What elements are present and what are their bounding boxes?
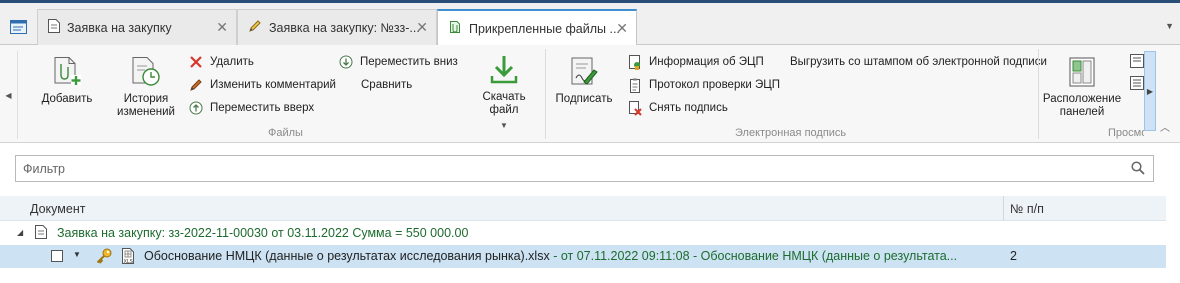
panel-layout-label: Расположение панелей	[1042, 93, 1122, 118]
delete-icon	[188, 54, 204, 70]
grid-header: Документ № п/п	[0, 196, 1166, 221]
remove-signature-label: Снять подпись	[649, 102, 728, 114]
download-label: Скачать файл	[482, 91, 526, 116]
row-number: 2	[1010, 249, 1017, 263]
protocol-icon	[627, 77, 643, 93]
close-icon[interactable]: ✕	[216, 20, 228, 34]
signature-info-label: Информация об ЭЦП	[649, 56, 764, 68]
tab-label: Заявка на закупку	[67, 20, 172, 35]
filter-field[interactable]	[15, 155, 1154, 182]
remove-signature-icon	[627, 100, 643, 116]
group-title: Заявка на закупку: зз-2022-11-00030 от 0…	[57, 226, 469, 240]
verification-protocol-button[interactable]: Протокол проверки ЭЦП	[627, 77, 780, 93]
row-date: - от 07.11.2022 09:11:08	[549, 249, 690, 263]
group-divider	[1038, 49, 1039, 139]
list-view-icon	[1129, 75, 1145, 91]
chevron-down-icon[interactable]: ▼	[500, 119, 508, 132]
compare-button[interactable]: Сравнить	[361, 77, 412, 93]
sign-label: Подписать	[555, 93, 613, 105]
search-icon[interactable]	[1131, 161, 1145, 178]
group-row[interactable]: ◢ Заявка на закупку: зз-2022-11-00030 от…	[0, 222, 1166, 244]
ribbon-scroll-left[interactable]: ◀	[0, 51, 18, 139]
close-icon[interactable]: ✕	[416, 20, 428, 34]
group-label-files: Файлы	[268, 127, 303, 139]
panel-layout-button[interactable]: Расположение панелей	[1043, 55, 1121, 119]
close-icon[interactable]: ✕	[616, 21, 628, 35]
tab-purchase-request-edit[interactable]: Заявка на закупку: №зз-... ✕	[237, 9, 437, 45]
chevron-down-icon[interactable]: ▼	[1165, 21, 1174, 31]
download-button[interactable]: Скачать файл ▼	[468, 53, 540, 132]
add-button-label: Добавить	[41, 93, 93, 105]
export-with-stamp-label: Выгрузить со штампом об электронной подп…	[790, 56, 1047, 68]
column-divider[interactable]	[1003, 196, 1004, 221]
tab-bar: Заявка на закупку ✕ Заявка на закупку: №…	[0, 3, 1180, 46]
table-row[interactable]: ▼ XLS Обоснование НМЦК (данные о результ…	[0, 245, 1166, 268]
group-divider	[545, 49, 546, 139]
ribbon: ◀ Добавить История изменений Удалить Изм…	[0, 45, 1180, 143]
signature-info-button[interactable]: Информация об ЭЦП	[627, 54, 764, 70]
add-button[interactable]: Добавить	[38, 55, 96, 106]
remove-signature-button[interactable]: Снять подпись	[627, 100, 728, 116]
pencil-icon	[188, 77, 204, 93]
history-button-label: История изменений	[117, 93, 175, 118]
tab-purchase-request[interactable]: Заявка на закупку ✕	[37, 9, 237, 45]
pencil-icon	[248, 19, 262, 36]
row-comment: - Обоснование НМЦК (данные о результата.…	[689, 249, 958, 263]
download-icon	[487, 53, 521, 87]
arrow-up-circle-icon	[188, 100, 204, 116]
collapse-triangle-icon[interactable]: ◢	[17, 228, 23, 237]
document-icon	[48, 19, 60, 36]
add-file-icon	[50, 55, 84, 89]
document-icon	[35, 225, 47, 242]
key-icon	[96, 248, 112, 267]
edit-comment-button[interactable]: Изменить комментарий	[188, 77, 336, 93]
column-header-document[interactable]: Документ	[30, 202, 85, 216]
row-menu-chevron-icon[interactable]: ▼	[73, 250, 81, 259]
delete-button[interactable]: Удалить	[188, 54, 254, 70]
edit-comment-label: Изменить комментарий	[210, 79, 336, 91]
move-down-button[interactable]: Переместить вниз	[338, 54, 458, 70]
ribbon-scroll-right[interactable]: ▶	[1144, 51, 1156, 131]
filter-input[interactable]	[23, 161, 1123, 176]
group-label-esign: Электронная подпись	[735, 127, 847, 139]
row-filename: Обоснование НМЦК (данные о результатах и…	[144, 249, 550, 263]
list-view-icon	[1129, 53, 1145, 69]
arrow-down-circle-icon	[338, 54, 354, 70]
attach-icon	[448, 20, 462, 37]
delete-label: Удалить	[210, 56, 254, 68]
sign-button[interactable]: Подписать	[555, 55, 613, 106]
xls-file-icon: XLS	[120, 248, 136, 267]
tab-label: Заявка на закупку: №зз-...	[269, 20, 420, 35]
row-checkbox[interactable]	[51, 250, 63, 262]
sign-icon	[567, 55, 601, 89]
panel-layout-icon	[1065, 55, 1099, 89]
certificate-icon	[627, 54, 643, 70]
group-label-view: Просмо	[1108, 127, 1144, 139]
row-document-text: Обоснование НМЦК (данные о результатах и…	[144, 249, 1000, 263]
compare-label: Сравнить	[361, 79, 413, 91]
move-up-button[interactable]: Переместить вверх	[188, 100, 314, 116]
move-down-label: Переместить вниз	[360, 56, 458, 68]
tab-label: Прикрепленные файлы ...	[469, 21, 620, 36]
column-header-number[interactable]: № п/п	[1010, 202, 1044, 216]
history-icon	[129, 55, 163, 89]
tab-attached-files[interactable]: Прикрепленные файлы ... ✕	[437, 9, 637, 46]
svg-text:XLS: XLS	[124, 259, 133, 264]
tab-home[interactable]	[0, 11, 37, 45]
move-up-label: Переместить вверх	[210, 102, 315, 114]
window-icon	[10, 19, 27, 37]
export-with-stamp-button[interactable]: Выгрузить со штампом об электронной подп…	[790, 54, 1047, 70]
history-button[interactable]: История изменений	[110, 55, 182, 119]
verification-protocol-label: Протокол проверки ЭЦП	[649, 79, 781, 91]
collapse-ribbon-icon[interactable]: ︿	[1160, 119, 1170, 134]
